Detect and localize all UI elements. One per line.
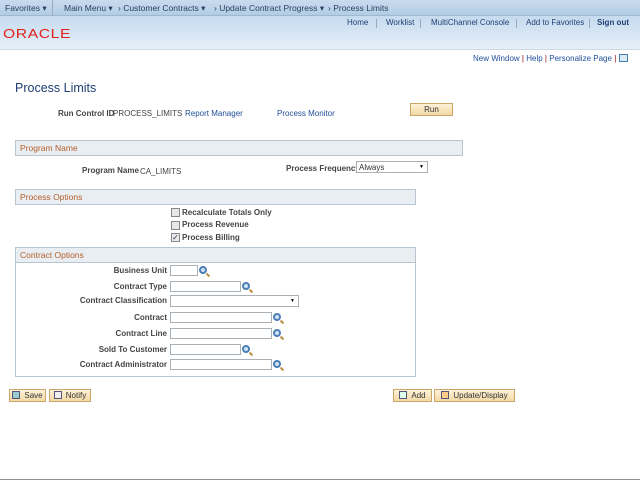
- new-window-link[interactable]: New Window: [473, 54, 520, 63]
- banner: Home Worklist MultiChannel Console Add t…: [0, 16, 640, 50]
- breadcrumb-process-limits: › Process Limits: [328, 3, 389, 13]
- notify-icon: [53, 391, 62, 399]
- home-link[interactable]: Home: [347, 18, 368, 27]
- favorites-menu[interactable]: Favorites ▾: [5, 3, 47, 14]
- notify-button[interactable]: Notify: [49, 389, 91, 402]
- grid-icon[interactable]: [618, 54, 628, 62]
- contract-label: Contract: [134, 313, 167, 322]
- lookup-icon[interactable]: [273, 360, 281, 368]
- run-control-value: PROCESS_LIMITS: [113, 109, 183, 118]
- sold-to-customer-input[interactable]: [170, 344, 241, 355]
- breadcrumb-customer-contracts[interactable]: › Customer Contracts ▾: [118, 3, 205, 14]
- business-unit-label: Business Unit: [113, 266, 167, 275]
- run-control-label: Run Control ID: [58, 109, 115, 118]
- contract-classification-select[interactable]: [170, 295, 299, 307]
- contract-input[interactable]: [170, 312, 272, 323]
- contract-administrator-input[interactable]: [170, 359, 272, 370]
- main-menu[interactable]: Main Menu ▾: [64, 3, 113, 14]
- multichannel-link[interactable]: MultiChannel Console: [431, 18, 509, 27]
- save-button[interactable]: Save: [9, 389, 46, 402]
- business-unit-input[interactable]: [170, 265, 198, 276]
- lookup-icon[interactable]: [242, 345, 250, 353]
- recalculate-totals-checkbox[interactable]: [171, 208, 180, 217]
- process-frequency-select[interactable]: Always: [356, 161, 428, 173]
- recalculate-totals-label: Recalculate Totals Only: [182, 208, 272, 217]
- lookup-icon[interactable]: [273, 329, 281, 337]
- contract-administrator-label: Contract Administrator: [79, 360, 167, 369]
- contract-classification-label: Contract Classification: [79, 296, 167, 305]
- contract-line-input[interactable]: [170, 328, 272, 339]
- lookup-icon[interactable]: [242, 282, 250, 290]
- run-button[interactable]: Run: [410, 103, 453, 116]
- page-title: Process Limits: [15, 81, 97, 95]
- add-button[interactable]: Add: [393, 389, 432, 402]
- process-billing-label: Process Billing: [182, 233, 240, 242]
- program-name-value: CA_LIMITS: [140, 167, 182, 176]
- add-to-favorites-link[interactable]: Add to Favorites: [526, 18, 584, 27]
- add-icon: [399, 391, 408, 399]
- update-icon: [441, 391, 450, 399]
- breadcrumb-update-contract-progress[interactable]: › Update Contract Progress ▾: [214, 3, 324, 14]
- contract-type-label: Contract Type: [113, 282, 167, 291]
- process-billing-checkbox[interactable]: ✓: [171, 233, 180, 242]
- process-monitor-link[interactable]: Process Monitor: [277, 109, 335, 118]
- program-name-label: Program Name: [82, 166, 139, 175]
- lookup-icon[interactable]: [273, 313, 281, 321]
- contract-options-section: Contract Options: [15, 247, 416, 263]
- process-options-section: Process Options: [15, 189, 416, 205]
- top-navigation: Favorites ▾ Main Menu ▾ › Customer Contr…: [0, 0, 640, 16]
- contract-line-label: Contract Line: [115, 329, 167, 338]
- program-name-section: Program Name: [15, 140, 463, 156]
- personalize-page-link[interactable]: Personalize Page: [549, 54, 612, 63]
- report-manager-link[interactable]: Report Manager: [185, 109, 243, 118]
- update-display-button[interactable]: Update/Display: [434, 389, 515, 402]
- page-links: New Window | Help | Personalize Page |: [473, 54, 628, 63]
- help-link[interactable]: Help: [526, 54, 542, 63]
- sold-to-customer-label: Sold To Customer: [98, 345, 167, 354]
- save-icon: [12, 391, 21, 399]
- lookup-icon[interactable]: [199, 266, 207, 274]
- oracle-logo: ORACLE: [3, 27, 72, 41]
- worklist-link[interactable]: Worklist: [386, 18, 414, 27]
- process-revenue-checkbox[interactable]: [171, 221, 180, 230]
- process-revenue-label: Process Revenue: [182, 220, 249, 229]
- process-frequency-label: Process Frequency: [286, 164, 360, 173]
- sign-out-link[interactable]: Sign out: [597, 18, 629, 27]
- contract-type-input[interactable]: [170, 281, 241, 292]
